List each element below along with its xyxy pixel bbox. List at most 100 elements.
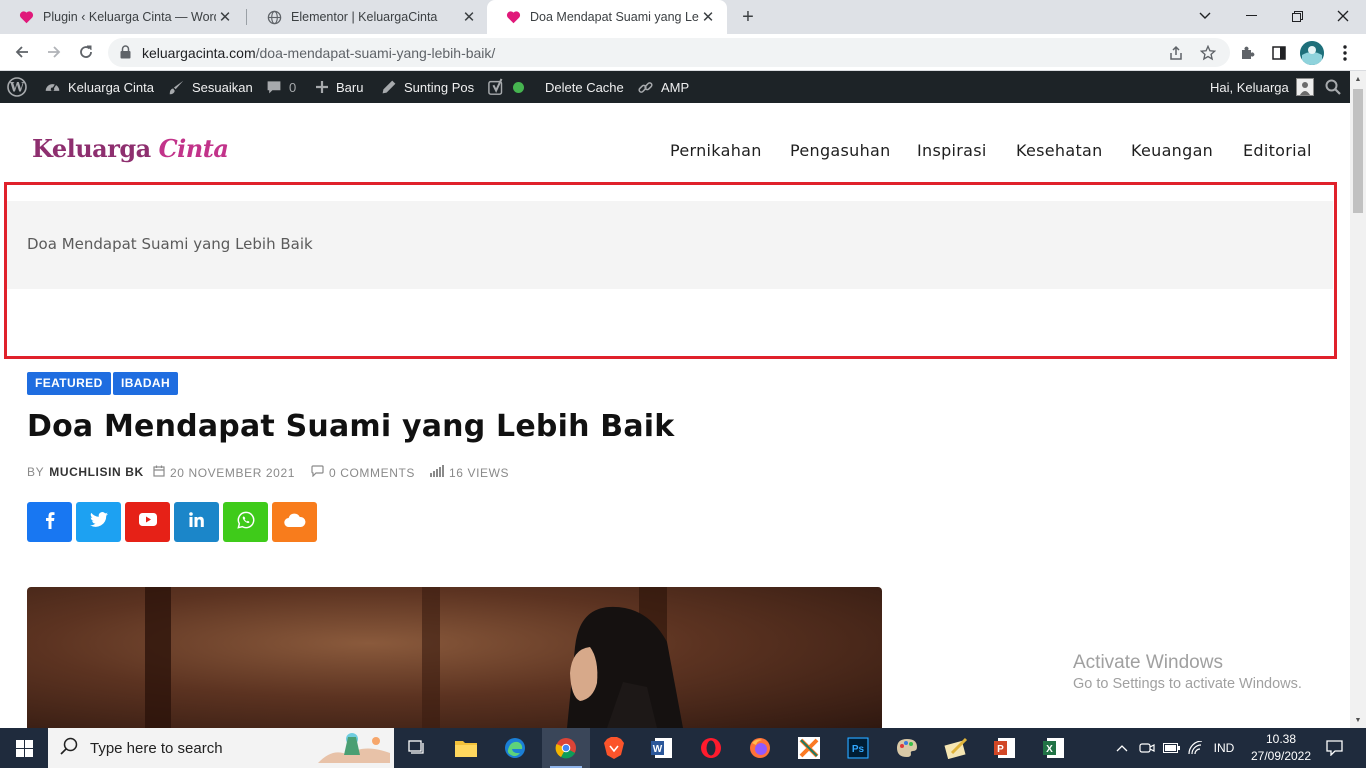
nav-item-pernikahan[interactable]: Pernikahan (670, 141, 762, 161)
amp-label: AMP (661, 79, 690, 95)
customize-link[interactable]: Sesuaikan (168, 71, 253, 103)
tab-title: Plugin ‹ Keluarga Cinta — WordPress (43, 10, 216, 24)
site-name-link[interactable]: Keluarga Cinta (44, 71, 154, 103)
tab-title: Doa Mendapat Suami yang Lebih Baik (530, 10, 699, 24)
input-language-indicator[interactable]: IND (1210, 728, 1238, 768)
url-text: keluargacinta.com/doa-mendapat-suami-yan… (142, 45, 495, 61)
yoast-seo-menu[interactable] (488, 71, 524, 103)
bookmark-star-icon[interactable] (1198, 43, 1218, 63)
linkedin-icon (189, 512, 204, 532)
amp-link[interactable]: AMP (637, 71, 689, 103)
share-linkedin-button[interactable] (174, 502, 219, 542)
extensions-puzzle-icon[interactable] (1236, 42, 1258, 64)
nav-item-editorial[interactable]: Editorial (1243, 141, 1312, 161)
more-menu-icon[interactable] (1334, 42, 1356, 64)
address-bar[interactable]: keluargacinta.com/doa-mendapat-suami-yan… (108, 38, 1230, 67)
delete-cache-label: Delete Cache (545, 79, 624, 95)
site-logo[interactable]: Keluarga Cinta (32, 134, 229, 163)
side-panel-icon[interactable] (1268, 42, 1290, 64)
notifications-icon[interactable] (1320, 728, 1348, 768)
comments-text: 0 COMMENTS (329, 465, 416, 480)
wifi-icon[interactable] (1185, 728, 1207, 768)
battery-icon[interactable] (1160, 728, 1182, 768)
category-badge-ibadah[interactable]: IBADAH (113, 372, 179, 395)
nav-item-kesehatan[interactable]: Kesehatan (1016, 141, 1103, 161)
page-scrollbar[interactable]: ▲ ▼ (1350, 71, 1366, 728)
reload-icon[interactable] (73, 39, 99, 65)
wordpress-logo-icon[interactable]: W (7, 71, 27, 103)
youtube-icon (138, 513, 157, 531)
word-icon[interactable]: W (638, 728, 686, 768)
nav-item-keuangan[interactable]: Keuangan (1131, 141, 1213, 161)
category-badge-featured[interactable]: FEATURED (27, 372, 111, 395)
paint-palette-icon[interactable] (883, 728, 931, 768)
admin-search-icon[interactable] (1325, 71, 1341, 103)
new-content-link[interactable]: Baru (315, 71, 363, 103)
minimize-icon[interactable] (1228, 0, 1274, 32)
user-avatar (1295, 78, 1314, 96)
post-comments[interactable]: 0 COMMENTS (311, 465, 415, 480)
comments-link[interactable]: 0 (266, 71, 296, 103)
tab-current-article[interactable]: Doa Mendapat Suami yang Lebih Baik ✕ (487, 0, 727, 34)
close-window-icon[interactable] (1320, 0, 1366, 32)
chrome-browser-icon[interactable] (542, 728, 590, 768)
taskbar-search-box[interactable]: Type here to search (48, 728, 394, 768)
close-tab-icon[interactable]: ✕ (699, 8, 717, 26)
taskbar-clock[interactable]: 10.38 27/09/2022 (1242, 731, 1320, 765)
watermark-subtitle: Go to Settings to activate Windows. (1073, 676, 1302, 692)
task-view-icon[interactable] (394, 728, 442, 768)
opera-browser-icon[interactable] (687, 728, 735, 768)
restore-icon[interactable] (1274, 0, 1320, 32)
firefox-browser-icon[interactable] (736, 728, 784, 768)
photoshop-icon[interactable]: Ps (834, 728, 882, 768)
nav-item-inspirasi[interactable]: Inspirasi (917, 141, 987, 161)
share-youtube-button[interactable] (125, 502, 170, 542)
browser-toolbar: keluargacinta.com/doa-mendapat-suami-yan… (0, 34, 1366, 71)
browser-tab-strip: Plugin ‹ Keluarga Cinta — WordPress ✕ El… (0, 0, 1366, 34)
edit-post-label: Sunting Pos (404, 79, 475, 95)
post-title: Doa Mendapat Suami yang Lebih Baik (27, 409, 675, 444)
scroll-down-arrow-icon[interactable]: ▼ (1350, 712, 1366, 728)
profile-avatar[interactable] (1300, 41, 1324, 65)
forward-icon[interactable] (41, 39, 67, 65)
close-tab-icon[interactable]: ✕ (460, 8, 478, 26)
delete-cache-link[interactable]: Delete Cache (545, 71, 624, 103)
windows-start-icon[interactable] (0, 728, 48, 768)
file-explorer-icon[interactable] (442, 728, 490, 768)
meet-now-camera-icon[interactable] (1136, 728, 1158, 768)
share-facebook-button[interactable] (27, 502, 72, 542)
close-tab-icon[interactable]: ✕ (216, 8, 234, 26)
brave-browser-icon[interactable] (590, 728, 638, 768)
share-twitter-button[interactable] (76, 502, 121, 542)
date-text: 20 NOVEMBER 2021 (170, 465, 295, 480)
tab-search-icon[interactable] (1182, 0, 1228, 32)
tab-plugin[interactable]: Plugin ‹ Keluarga Cinta — WordPress ✕ (0, 0, 244, 34)
notepad-pencil-icon[interactable] (932, 728, 980, 768)
facebook-icon (45, 511, 55, 534)
globe-icon (266, 9, 282, 25)
show-hidden-icons-chevron-icon[interactable] (1112, 728, 1132, 768)
nav-item-pengasuhan[interactable]: Pengasuhan (790, 141, 891, 161)
xampp-icon[interactable] (785, 728, 833, 768)
new-tab-button[interactable]: + (737, 4, 759, 30)
edge-browser-icon[interactable] (491, 728, 539, 768)
tab-elementor[interactable]: Elementor | KeluargaCinta ✕ (248, 0, 488, 34)
scroll-up-arrow-icon[interactable]: ▲ (1350, 71, 1366, 87)
author-name[interactable]: MUCHLISIN BK (49, 465, 144, 479)
share-cloud-button[interactable] (272, 502, 317, 542)
featured-image (27, 587, 882, 728)
share-icon[interactable] (1166, 43, 1186, 63)
windows-taskbar: Type here to search W Ps P X IND 10.38 2… (0, 728, 1366, 768)
svg-text:Ps: Ps (852, 744, 865, 755)
edit-post-link[interactable]: Sunting Pos (381, 71, 474, 103)
taskbar-search-placeholder: Type here to search (90, 739, 223, 757)
my-account-menu[interactable]: Hai, Keluarga (1210, 71, 1314, 103)
powerpoint-icon[interactable]: P (981, 728, 1029, 768)
scrollbar-thumb[interactable] (1353, 89, 1363, 213)
lock-icon (120, 45, 131, 64)
back-icon[interactable] (9, 39, 35, 65)
excel-icon[interactable]: X (1030, 728, 1078, 768)
customize-label: Sesuaikan (192, 79, 253, 95)
views-text: 16 VIEWS (449, 465, 510, 480)
share-whatsapp-button[interactable] (223, 502, 268, 542)
